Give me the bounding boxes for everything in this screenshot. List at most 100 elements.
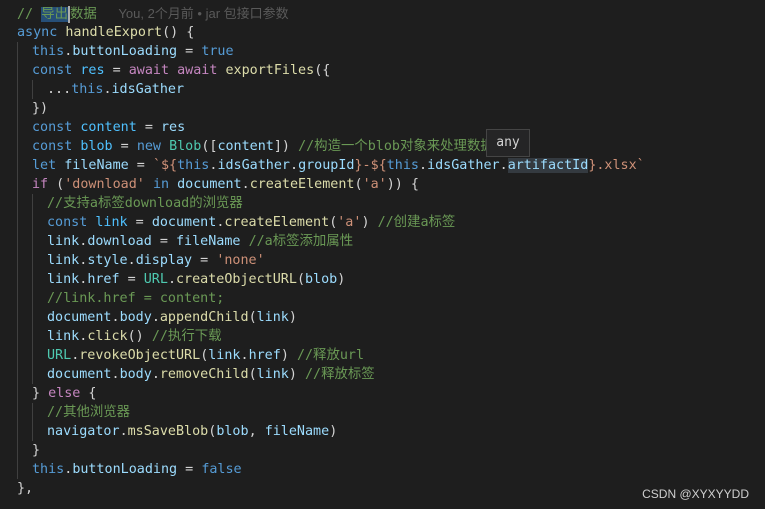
code-token: (: [296, 272, 305, 287]
code-token: body: [119, 310, 152, 325]
code-line[interactable]: URL.revokeObjectURL(link.href) //释放url: [0, 346, 364, 365]
code-token: //执行下载: [151, 329, 222, 344]
code-token: =: [192, 253, 217, 268]
code-token: artifactId: [507, 158, 589, 173]
code-token: href: [248, 348, 281, 363]
code-token: URL: [47, 348, 72, 363]
code-line[interactable]: //支持a标签download的浏览器: [0, 194, 243, 213]
code-token: 'a': [337, 215, 362, 230]
code-line[interactable]: const link = document.createElement('a')…: [0, 213, 455, 232]
code-token: .: [167, 272, 176, 287]
code-token: true: [201, 44, 234, 59]
code-token: .: [419, 158, 428, 173]
code-token: else: [48, 386, 81, 401]
code-line[interactable]: //其他浏览器: [0, 403, 130, 422]
code-token: link: [47, 253, 80, 268]
code-token: =: [151, 234, 176, 249]
code-token: () {: [162, 25, 195, 40]
code-token: URL: [143, 272, 168, 287]
code-line[interactable]: link.click() //执行下载: [0, 327, 222, 346]
code-token: ]): [273, 139, 299, 154]
code-token: =: [177, 462, 202, 477]
code-token: =: [104, 63, 129, 78]
watermark: CSDN @XYXYYDD: [642, 487, 749, 501]
code-token: 'a': [362, 177, 387, 192]
code-token: document: [47, 367, 112, 382]
code-token: //释放标签: [305, 367, 375, 382]
code-line[interactable]: const content = res: [0, 118, 185, 137]
code-token: link: [47, 272, 80, 287]
code-token: .: [290, 158, 299, 173]
indent-guide: [32, 194, 33, 384]
code-token: ): [361, 215, 378, 230]
code-token: =: [177, 44, 202, 59]
code-token: content: [217, 139, 274, 154]
code-token: blob: [80, 139, 113, 154]
code-token: ): [288, 310, 297, 325]
code-token: document: [151, 215, 217, 230]
code-line[interactable]: const blob = new Blob([content]) //构造一个b…: [0, 137, 494, 156]
code-token: .: [103, 82, 112, 97]
code-line[interactable]: const res = await await exportFiles({: [0, 61, 330, 80]
code-token: .: [119, 424, 128, 439]
code-token: res: [161, 120, 186, 135]
code-token: appendChild: [159, 310, 249, 325]
code-editor[interactable]: // 导出 数据 You, 2个月前 • jar 包接口参数 async handl…: [0, 0, 765, 509]
git-blame-annotation: You, 2个月前 • jar 包接口参数: [96, 6, 289, 21]
code-line[interactable]: let fileName = `${this.idsGather.groupId…: [0, 156, 645, 175]
code-token: ,: [248, 424, 265, 439]
code-token: .: [240, 348, 249, 363]
code-line[interactable]: // 导出 数据 You, 2个月前 • jar 包接口参数: [0, 4, 289, 23]
code-token: revokeObjectURL: [79, 348, 201, 363]
code-token: Blob: [169, 139, 202, 154]
code-token: =: [127, 215, 152, 230]
code-token: msSaveBlob: [127, 424, 209, 439]
code-token: //释放url: [296, 348, 365, 363]
code-line[interactable]: link.style.display = 'none': [0, 251, 265, 270]
code-line[interactable]: if ('download' in document.createElement…: [0, 175, 419, 194]
code-token: link: [208, 348, 241, 363]
code-token: blob: [216, 424, 249, 439]
code-line[interactable]: document.body.removeChild(link) //释放标签: [0, 365, 375, 384]
code-token: link: [95, 215, 128, 230]
code-line[interactable]: this.buttonLoading = false: [0, 460, 242, 479]
code-token: async: [17, 25, 58, 40]
code-line[interactable]: //link.href = content;: [0, 289, 224, 308]
code-line[interactable]: this.buttonLoading = true: [0, 42, 234, 61]
code-token: 'none': [216, 253, 265, 268]
code-token: link: [256, 367, 289, 382]
code-token: this: [386, 158, 419, 173]
code-line[interactable]: async handleExport() {: [0, 23, 194, 42]
code-line[interactable]: link.download = fileName //a标签添加属性: [0, 232, 353, 251]
code-line[interactable]: }: [0, 441, 40, 460]
code-line[interactable]: }): [0, 99, 48, 118]
code-line[interactable]: },: [0, 479, 33, 498]
code-token: }.xlsx`: [588, 158, 645, 173]
code-line[interactable]: document.body.appendChild(link): [0, 308, 297, 327]
code-line[interactable]: link.href = URL.createObjectURL(blob): [0, 270, 345, 289]
code-token: .: [127, 253, 136, 268]
code-token: .: [241, 177, 250, 192]
code-token: fileName: [64, 158, 129, 173]
code-token: let: [32, 158, 57, 173]
type-hover-tooltip: any: [486, 129, 530, 157]
code-line[interactable]: ...this.idsGather: [0, 80, 184, 99]
code-token: //其他浏览器: [47, 405, 131, 420]
code-token: ): [288, 367, 305, 382]
indent-guide: [32, 80, 33, 99]
code-token: =: [128, 158, 153, 173]
code-token: blob: [305, 272, 338, 287]
code-line[interactable]: navigator.msSaveBlob(blob, fileName): [0, 422, 337, 441]
code-token: await: [128, 63, 170, 78]
code-token: //支持a标签download的浏览器: [47, 196, 243, 211]
code-token: }: [32, 386, 49, 401]
code-token: removeChild: [159, 367, 249, 382]
code-token: 'download': [64, 177, 145, 192]
indent-guide: [32, 403, 33, 441]
code-token: navigator: [47, 424, 120, 439]
code-token: (: [248, 310, 257, 325]
code-line[interactable]: } else {: [0, 384, 97, 403]
